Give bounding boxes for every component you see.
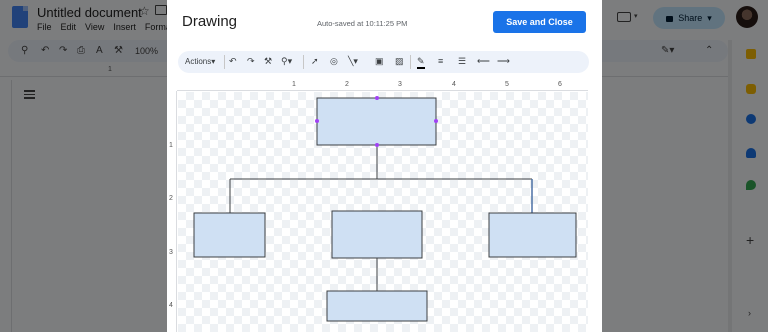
zoom-icon[interactable]: ⚲▾	[281, 56, 292, 67]
autosave-status: Auto-saved at 10:11:25 PM	[317, 19, 408, 28]
org-box-left	[193, 212, 266, 258]
redo-icon[interactable]: ↷	[247, 56, 255, 67]
paint-format-icon[interactable]: ⚒	[264, 56, 272, 67]
line-dash-icon[interactable]: ☰	[458, 56, 466, 67]
drawing-dialog: Drawing Auto-saved at 10:11:25 PM Save a…	[167, 0, 602, 332]
textbox-icon[interactable]: ▣	[375, 56, 384, 67]
drawing-ruler-top	[177, 80, 588, 91]
ruler-number: 1	[169, 142, 173, 149]
docs-page: Untitled document ☆ File Edit View Inser…	[0, 0, 768, 332]
toolbar-divider	[410, 55, 411, 69]
ruler-number: 4	[169, 302, 173, 309]
selection-handle	[375, 143, 379, 147]
line-icon[interactable]: ╲▾	[348, 56, 358, 67]
actions-menu[interactable]: Actions▾	[185, 57, 215, 66]
drawing-canvas-area: 1 2 3 4 5 6 7 1 2 3 4	[167, 80, 602, 332]
select-icon[interactable]: ➚	[311, 56, 319, 67]
ruler-number: 1	[292, 81, 296, 88]
toolbar-divider	[224, 55, 225, 69]
org-box-top	[316, 97, 437, 146]
ruler-number: 3	[398, 81, 402, 88]
save-and-close-button[interactable]: Save and Close	[493, 11, 586, 33]
image-icon[interactable]: ▨	[395, 56, 404, 67]
ruler-number: 6	[558, 81, 562, 88]
actions-label: Actions	[185, 57, 212, 66]
drawing-canvas[interactable]	[178, 92, 588, 332]
ruler-number: 4	[452, 81, 456, 88]
pen-color-icon[interactable]: ✎	[417, 56, 425, 69]
arrow-end-icon[interactable]: ⟶	[497, 56, 510, 67]
arrow-start-icon[interactable]: ⟵	[477, 56, 490, 67]
drawing-ruler-left	[167, 91, 177, 332]
toolbar-divider	[303, 55, 304, 69]
org-box-bottom	[326, 290, 428, 322]
org-box-center	[331, 210, 423, 259]
selection-handle	[315, 119, 319, 123]
line-weight-icon[interactable]: ≡	[438, 56, 443, 66]
shape-icon[interactable]: ◎	[330, 56, 338, 67]
selection-handle	[375, 96, 379, 100]
dialog-title: Drawing	[182, 13, 238, 30]
selection-handle	[434, 119, 438, 123]
org-chart-drawing[interactable]	[178, 92, 588, 332]
ruler-number: 2	[169, 195, 173, 202]
undo-icon[interactable]: ↶	[229, 56, 237, 67]
ruler-number: 5	[505, 81, 509, 88]
org-box-right	[488, 212, 577, 258]
ruler-number: 3	[169, 249, 173, 256]
ruler-number: 2	[345, 81, 349, 88]
